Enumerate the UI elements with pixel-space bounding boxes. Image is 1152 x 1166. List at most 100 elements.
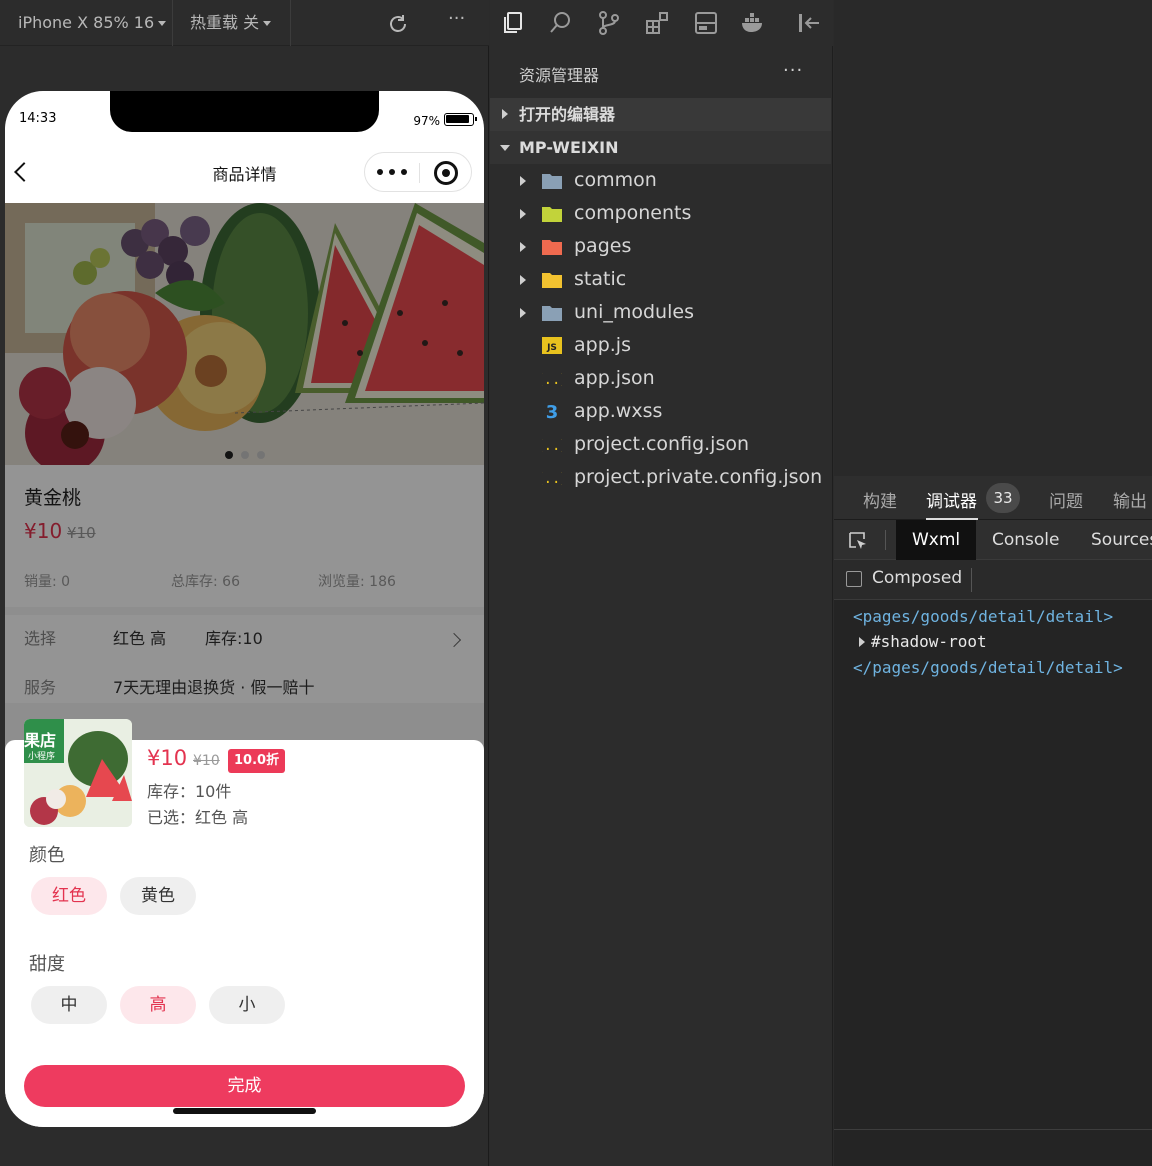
- tree-folder-item[interactable]: uni_modules: [490, 296, 831, 329]
- battery-level: 97%: [413, 114, 440, 128]
- divider: [885, 530, 886, 550]
- js-file-icon: JS: [542, 337, 562, 354]
- svg-text:{..}: {..}: [542, 471, 562, 486]
- option-red[interactable]: 红色: [31, 877, 107, 915]
- folder-icon: [542, 174, 562, 189]
- folder-icon: [542, 306, 562, 321]
- source-control-icon[interactable]: [596, 10, 622, 36]
- dom-close-tag[interactable]: </pages/goods/detail/detail>: [853, 658, 1123, 677]
- tree-file-item[interactable]: {..} project.config.json: [490, 428, 831, 461]
- divider: [172, 0, 173, 46]
- sku-group-color: 颜色: [29, 845, 65, 866]
- more-dots-icon[interactable]: [375, 161, 413, 183]
- discount-badge: 10.0折: [228, 749, 286, 773]
- composed-checkbox[interactable]: [846, 571, 862, 587]
- more-button[interactable]: ···: [448, 0, 465, 42]
- tree-file-item[interactable]: JS app.js: [490, 329, 831, 362]
- simulator-toolbar: iPhone X 85% 16 热重载 关 ···: [0, 0, 489, 46]
- project-label: MP-WEIXIN: [519, 138, 619, 157]
- sku-selected: 已选：红色 高: [147, 808, 249, 827]
- pages-folder-icon: [542, 240, 562, 255]
- home-indicator: [173, 1108, 316, 1114]
- status-time: 14:33: [19, 111, 57, 126]
- chevron-down-icon: [263, 21, 272, 26]
- device-label: iPhone X 85% 16: [18, 13, 155, 32]
- option-small[interactable]: 小: [209, 986, 285, 1024]
- explorer-more-button[interactable]: ···: [783, 60, 803, 81]
- docker-icon[interactable]: [740, 10, 766, 36]
- option-medium[interactable]: 中: [31, 986, 107, 1024]
- chevron-down-icon: [500, 145, 510, 151]
- chevron-down-icon: [158, 21, 167, 26]
- sku-thumbnail: 果店 小程序: [24, 719, 132, 827]
- tree-item-label: app.js: [574, 334, 631, 356]
- tab-output[interactable]: 输出: [1113, 487, 1147, 512]
- debugger-count-badge: 33: [986, 483, 1020, 513]
- tree-folder-item[interactable]: pages: [490, 230, 831, 263]
- divider: [419, 163, 420, 183]
- json-file-icon: {..}: [542, 471, 562, 486]
- tab-console[interactable]: Console: [992, 520, 1060, 560]
- tree-file-item[interactable]: 3 app.wxss: [490, 395, 831, 428]
- done-button[interactable]: 完成: [24, 1065, 465, 1107]
- thumb-shop-text: 果店: [24, 731, 57, 750]
- open-editors-label: 打开的编辑器: [519, 105, 616, 124]
- tree-item-label: static: [574, 268, 627, 290]
- mini-program-navbar: 商品详情: [5, 141, 484, 203]
- tab-build[interactable]: 构建: [863, 487, 897, 512]
- svg-text:{..}: {..}: [542, 438, 562, 453]
- explorer-panel: 资源管理器 ··· 打开的编辑器 MP-WEIXIN common compone…: [490, 46, 833, 1166]
- tab-debugger[interactable]: 调试器: [926, 487, 977, 512]
- hot-reload-toggle[interactable]: 热重载 关: [190, 0, 272, 46]
- dom-open-tag[interactable]: <pages/goods/detail/detail>: [853, 607, 1113, 626]
- composed-label: Composed: [872, 568, 963, 588]
- option-yellow[interactable]: 黄色: [120, 877, 196, 915]
- tab-problems[interactable]: 问题: [1049, 487, 1083, 512]
- tree-folder-item[interactable]: components: [490, 197, 831, 230]
- tab-wxml[interactable]: Wxml: [896, 520, 977, 560]
- dom-shadow-root[interactable]: #shadow-root: [871, 632, 987, 651]
- tree-file-item[interactable]: {..} app.json: [490, 362, 831, 395]
- search-icon[interactable]: [548, 10, 574, 36]
- divider: [834, 1129, 1152, 1130]
- divider: [290, 0, 291, 46]
- ide-window: iPhone X 85% 16 热重载 关 ··· 14:33 97% 商品详情: [0, 0, 1152, 1166]
- tree-item-label: pages: [574, 235, 632, 257]
- thumb-sub-text: 小程序: [28, 752, 56, 762]
- battery-icon: [444, 113, 477, 126]
- tree-item-label: app.wxss: [574, 400, 663, 422]
- json-file-icon: {..}: [542, 438, 562, 453]
- chevron-right-icon: [520, 275, 526, 285]
- collapse-panel-icon[interactable]: [796, 10, 822, 36]
- devtools-tabs: 构建 调试器 33 问题 输出: [834, 476, 1152, 520]
- tree-folder-item[interactable]: common: [490, 164, 831, 197]
- expand-triangle-icon[interactable]: [859, 637, 865, 647]
- extensions-icon[interactable]: [644, 10, 670, 36]
- tree-folder-item[interactable]: static: [490, 263, 831, 296]
- css-file-icon: 3: [546, 403, 559, 420]
- device-select[interactable]: iPhone X 85% 16: [18, 0, 167, 46]
- layout-icon[interactable]: [693, 10, 719, 36]
- explorer-files-icon[interactable]: [500, 10, 526, 36]
- sku-price: ¥10: [147, 746, 188, 770]
- activity-bar: [490, 0, 833, 46]
- debugger-subtabs: Wxml Console Sources: [834, 520, 1152, 560]
- components-folder-icon: [542, 207, 562, 222]
- tab-sources[interactable]: Sources: [1091, 520, 1152, 560]
- open-editors-section[interactable]: 打开的编辑器: [490, 98, 831, 131]
- phone-screen: 14:33 97% 商品详情 黄金桃 ¥10 ¥10 销量: 0 总库存: 66…: [5, 91, 484, 1127]
- svg-text:JS: JS: [546, 343, 557, 353]
- svg-text:{..}: {..}: [542, 372, 562, 387]
- tree-item-label: uni_modules: [574, 301, 694, 323]
- chevron-right-icon: [502, 109, 508, 119]
- editor-area: [834, 0, 1152, 476]
- option-high[interactable]: 高: [120, 986, 196, 1024]
- close-target-icon[interactable]: [434, 161, 458, 185]
- tree-file-item[interactable]: {..} project.private.config.json: [490, 461, 831, 494]
- sku-stock: 库存：10件: [147, 782, 232, 801]
- phone-notch: [110, 91, 379, 132]
- element-picker-icon[interactable]: [847, 530, 869, 552]
- project-section[interactable]: MP-WEIXIN: [490, 131, 831, 164]
- refresh-icon[interactable]: [387, 13, 409, 35]
- svg-text:3: 3: [546, 403, 559, 420]
